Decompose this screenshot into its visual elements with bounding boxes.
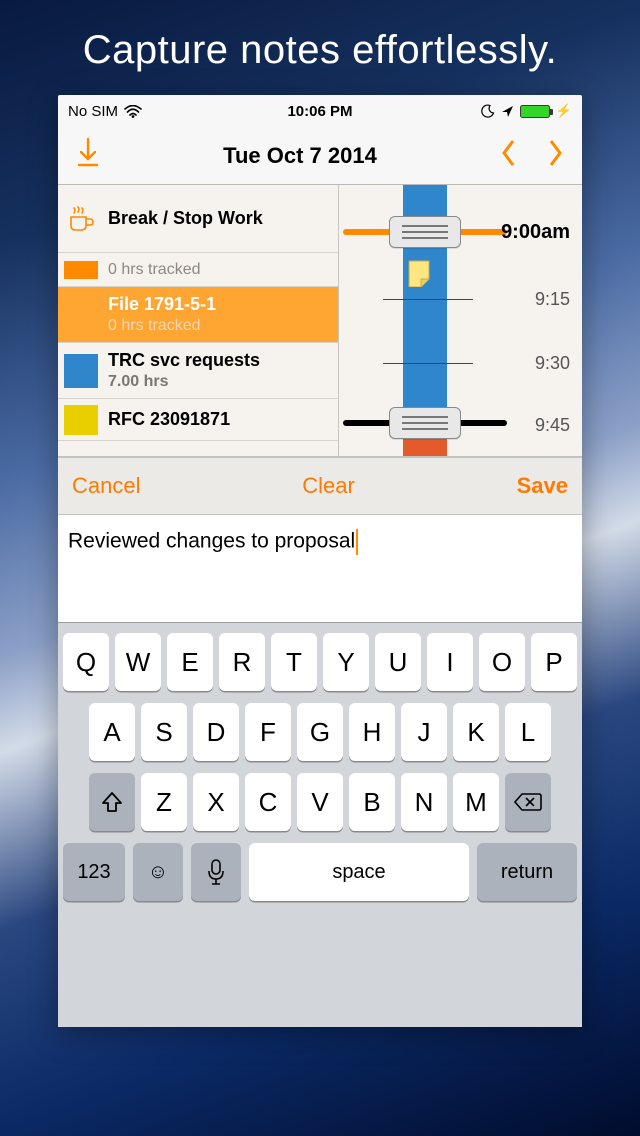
key-y[interactable]: Y (323, 633, 369, 691)
key-m[interactable]: M (453, 773, 499, 831)
next-day-button[interactable] (546, 138, 564, 173)
key-w[interactable]: W (115, 633, 161, 691)
cancel-button[interactable]: Cancel (72, 473, 140, 499)
key-q[interactable]: Q (63, 633, 109, 691)
key-e[interactable]: E (167, 633, 213, 691)
note-textarea[interactable]: Reviewed changes to proposal (58, 515, 582, 623)
key-g[interactable]: G (297, 703, 343, 761)
time-label: 9:00am (501, 221, 570, 244)
key-d[interactable]: D (193, 703, 239, 761)
tracked-hours-label: 0 hrs tracked (108, 261, 200, 279)
prev-day-button[interactable] (500, 138, 518, 173)
download-button[interactable] (76, 137, 100, 174)
keyboard-row: Z X C V B N M (63, 773, 577, 831)
file-name: File 1791-5-1 (108, 293, 216, 316)
key-l[interactable]: L (505, 703, 551, 761)
shift-key[interactable] (89, 773, 135, 831)
color-swatch (64, 405, 98, 435)
battery-icon (520, 105, 550, 118)
work-area: Break / Stop Work 0 hrs tracked File 179… (58, 185, 582, 457)
time-label: 9:30 (535, 353, 570, 374)
clock: 10:06 PM (58, 103, 582, 120)
key-r[interactable]: R (219, 633, 265, 691)
key-z[interactable]: Z (141, 773, 187, 831)
numbers-key[interactable]: 123 (63, 843, 125, 901)
dictation-key[interactable] (191, 843, 241, 901)
text-caret (356, 529, 358, 555)
file-row[interactable]: TRC svc requests 7.00 hrs (58, 343, 338, 399)
color-swatch (64, 298, 98, 332)
save-button[interactable]: Save (517, 473, 568, 499)
break-label: Break / Stop Work (108, 207, 263, 230)
time-label: 9:45 (535, 415, 570, 436)
note-text: Reviewed changes to proposal (68, 530, 355, 553)
clear-button[interactable]: Clear (302, 473, 355, 499)
status-bar: No SIM 10:06 PM ⚡ (58, 95, 582, 127)
keyboard-row: A S D F G H J K L (63, 703, 577, 761)
file-name: RFC 23091871 (108, 408, 230, 431)
keyboard-row: 123 ☺ space return (63, 843, 577, 901)
tracked-row-small[interactable]: 0 hrs tracked (58, 253, 338, 287)
note-icon[interactable] (407, 259, 431, 287)
key-n[interactable]: N (401, 773, 447, 831)
key-a[interactable]: A (89, 703, 135, 761)
color-swatch (64, 354, 98, 388)
file-list[interactable]: Break / Stop Work 0 hrs tracked File 179… (58, 185, 338, 456)
hero-caption: Capture notes effortlessly. (0, 0, 640, 95)
key-x[interactable]: X (193, 773, 239, 831)
backspace-key[interactable] (505, 773, 551, 831)
timeline[interactable]: 9:00am 9:15 9:30 9:45 (338, 185, 582, 456)
key-c[interactable]: C (245, 773, 291, 831)
timeline-handle[interactable] (389, 407, 461, 439)
phone-frame: No SIM 10:06 PM ⚡ Tue Oct 7 2014 (58, 95, 582, 1027)
timeline-tick (383, 363, 473, 364)
file-hours: 0 hrs tracked (108, 316, 216, 336)
key-i[interactable]: I (427, 633, 473, 691)
key-u[interactable]: U (375, 633, 421, 691)
keyboard-row: Q W E R T Y U I O P (63, 633, 577, 691)
emoji-key[interactable]: ☺ (133, 843, 183, 901)
timeline-tick (383, 299, 473, 300)
key-s[interactable]: S (141, 703, 187, 761)
date-title: Tue Oct 7 2014 (100, 143, 500, 169)
color-swatch (64, 261, 98, 279)
file-row-active[interactable]: File 1791-5-1 0 hrs tracked (58, 287, 338, 343)
return-key[interactable]: return (477, 843, 577, 901)
key-o[interactable]: O (479, 633, 525, 691)
file-row[interactable]: RFC 23091871 (58, 399, 338, 441)
space-key[interactable]: space (249, 843, 469, 901)
timeline-handle[interactable] (389, 216, 461, 248)
key-v[interactable]: V (297, 773, 343, 831)
nav-bar: Tue Oct 7 2014 (58, 127, 582, 185)
key-b[interactable]: B (349, 773, 395, 831)
file-name: TRC svc requests (108, 349, 260, 372)
key-h[interactable]: H (349, 703, 395, 761)
key-f[interactable]: F (245, 703, 291, 761)
file-hours: 7.00 hrs (108, 372, 260, 392)
break-row[interactable]: Break / Stop Work (58, 185, 338, 253)
note-toolbar: Cancel Clear Save (58, 457, 582, 515)
time-label: 9:15 (535, 289, 570, 310)
key-j[interactable]: J (401, 703, 447, 761)
key-p[interactable]: P (531, 633, 577, 691)
key-k[interactable]: K (453, 703, 499, 761)
keyboard: Q W E R T Y U I O P A S D F G H J K L Z (58, 623, 582, 1027)
coffee-icon (64, 204, 98, 234)
key-t[interactable]: T (271, 633, 317, 691)
